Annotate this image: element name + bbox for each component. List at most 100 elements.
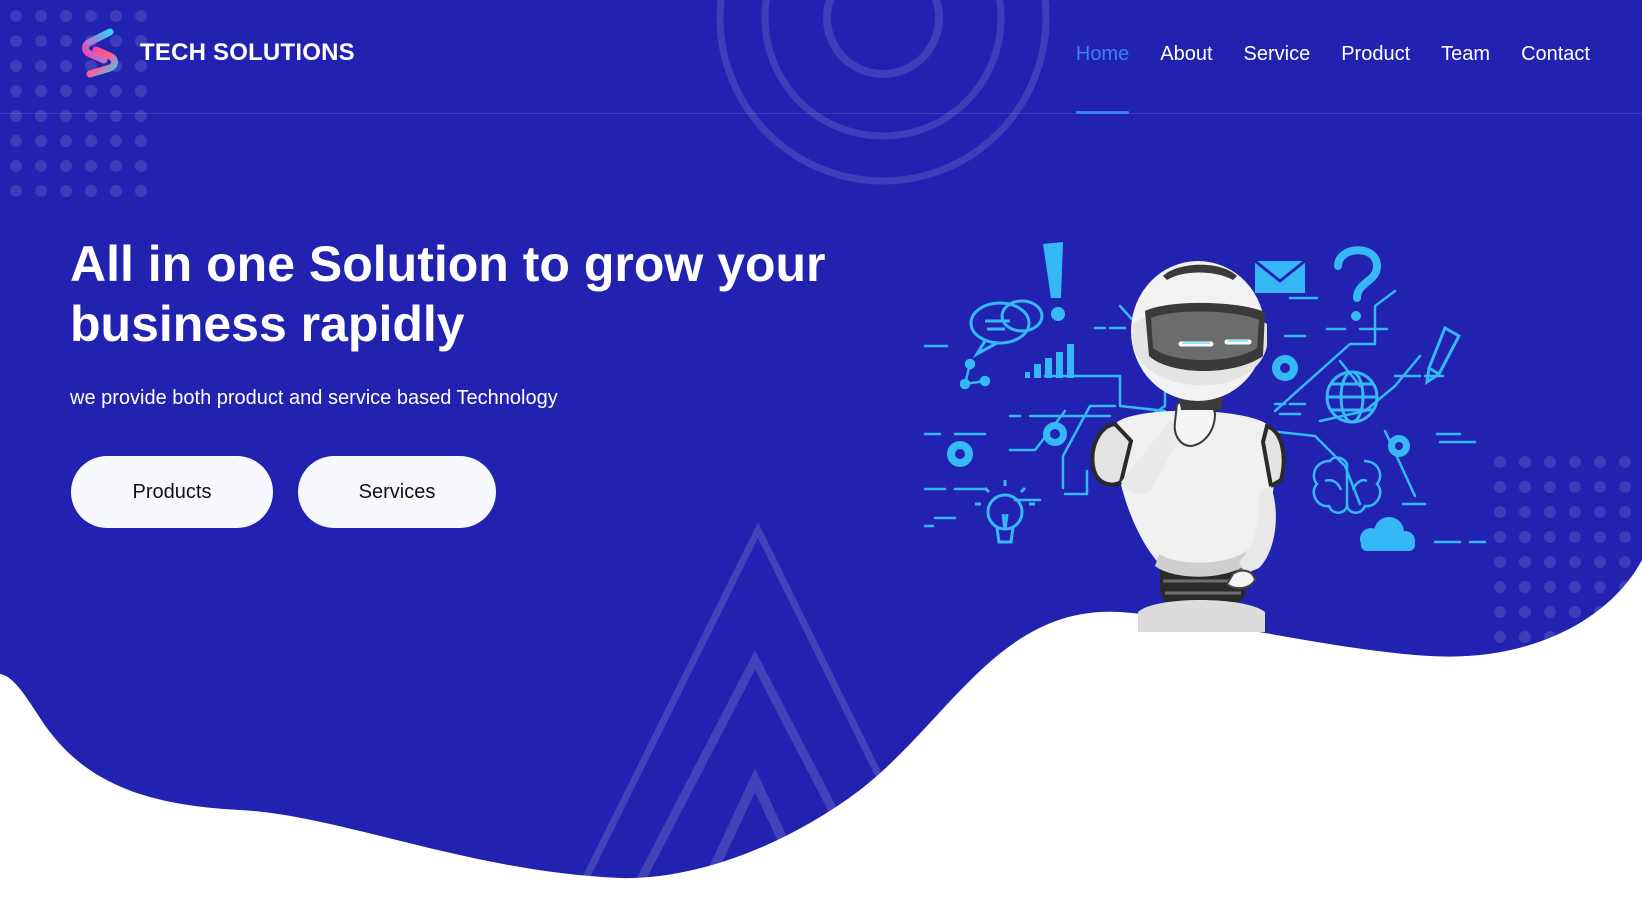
nav-active-indicator bbox=[1075, 111, 1130, 114]
header-divider bbox=[0, 113, 1642, 114]
decor-dot bbox=[85, 85, 97, 97]
decor-dot bbox=[1569, 581, 1581, 593]
services-button[interactable]: Services bbox=[298, 456, 496, 528]
cloud-icon bbox=[1360, 517, 1415, 551]
decor-dot bbox=[110, 10, 122, 22]
decor-dot bbox=[1594, 506, 1606, 518]
products-button[interactable]: Products bbox=[71, 456, 273, 528]
bar-chart-icon bbox=[1025, 344, 1074, 378]
decor-dot bbox=[1594, 531, 1606, 543]
decor-dot bbox=[10, 35, 22, 47]
decor-dot bbox=[85, 160, 97, 172]
decor-dot bbox=[1569, 631, 1581, 643]
hero-headline: All in one Solution to grow your busines… bbox=[70, 234, 870, 354]
decor-dot bbox=[1619, 531, 1631, 543]
decor-dot bbox=[1519, 581, 1531, 593]
s-logo-icon bbox=[82, 28, 118, 78]
decor-dot bbox=[135, 185, 147, 197]
decor-dot bbox=[35, 60, 47, 72]
decor-dot bbox=[10, 85, 22, 97]
decor-dot bbox=[1519, 631, 1531, 643]
decor-dot bbox=[60, 110, 72, 122]
decor-dot bbox=[1569, 506, 1581, 518]
nav-about[interactable]: About bbox=[1160, 42, 1212, 66]
decor-dot bbox=[10, 10, 22, 22]
hero-headline-line-1: All in one Solution to grow your bbox=[70, 236, 826, 292]
decor-dot bbox=[10, 60, 22, 72]
decor-dot bbox=[60, 85, 72, 97]
decor-dot bbox=[60, 35, 72, 47]
decor-dot bbox=[1569, 556, 1581, 568]
decor-dot bbox=[10, 160, 22, 172]
decor-dot bbox=[10, 185, 22, 197]
decor-dot bbox=[85, 185, 97, 197]
decor-dot bbox=[1594, 556, 1606, 568]
network-icon bbox=[959, 358, 991, 390]
decor-dot bbox=[1519, 481, 1531, 493]
decor-dot bbox=[1594, 606, 1606, 618]
decor-dot bbox=[1544, 556, 1556, 568]
exclamation-icon bbox=[1043, 242, 1065, 321]
decor-dot bbox=[110, 160, 122, 172]
decor-dot bbox=[1619, 606, 1631, 618]
nav-home-label: Home bbox=[1075, 43, 1130, 65]
decor-dot bbox=[135, 135, 147, 147]
nav-team[interactable]: Team bbox=[1441, 42, 1490, 66]
decor-dot bbox=[85, 135, 97, 147]
decor-dot bbox=[1544, 631, 1556, 643]
pencil-icon bbox=[1425, 325, 1462, 386]
decor-dot bbox=[60, 60, 72, 72]
nav-contact[interactable]: Contact bbox=[1521, 42, 1590, 66]
decor-dot bbox=[1569, 606, 1581, 618]
decor-dot bbox=[10, 110, 22, 122]
decor-dot bbox=[135, 110, 147, 122]
decor-dot bbox=[60, 135, 72, 147]
main-nav: Home About Service Product Team Contact bbox=[1045, 42, 1590, 114]
decor-dot bbox=[1544, 456, 1556, 468]
decor-dot bbox=[60, 160, 72, 172]
nav-service[interactable]: Service bbox=[1244, 42, 1311, 66]
decor-dot bbox=[1544, 531, 1556, 543]
decor-dot bbox=[1594, 631, 1606, 643]
decor-dot bbox=[1619, 581, 1631, 593]
decor-dot bbox=[1544, 606, 1556, 618]
decor-dot bbox=[1544, 581, 1556, 593]
decor-dot bbox=[1519, 531, 1531, 543]
mail-icon bbox=[1254, 259, 1306, 293]
decor-dot bbox=[85, 10, 97, 22]
decor-dot bbox=[1619, 506, 1631, 518]
landing-page: TECH SOLUTIONS Home About Service Produc… bbox=[0, 0, 1642, 920]
decor-dot bbox=[35, 110, 47, 122]
decor-dot bbox=[1519, 506, 1531, 518]
decor-dot bbox=[110, 110, 122, 122]
decor-dot bbox=[1519, 606, 1531, 618]
decor-dot bbox=[10, 135, 22, 147]
decor-dot bbox=[35, 85, 47, 97]
decor-dot bbox=[1594, 481, 1606, 493]
decor-dot bbox=[1619, 456, 1631, 468]
decor-dot bbox=[1544, 481, 1556, 493]
decor-dot bbox=[135, 10, 147, 22]
robot-illustration bbox=[923, 242, 1487, 632]
hero-subtext: we provide both product and service base… bbox=[70, 387, 558, 409]
decor-dot bbox=[85, 110, 97, 122]
decor-dot bbox=[35, 185, 47, 197]
chat-icon bbox=[969, 299, 1044, 359]
decor-dot bbox=[1519, 556, 1531, 568]
decor-dot bbox=[1569, 456, 1581, 468]
decor-dot bbox=[1619, 556, 1631, 568]
decor-dot bbox=[1619, 481, 1631, 493]
decor-dot bbox=[35, 160, 47, 172]
decor-dot bbox=[1619, 631, 1631, 643]
question-icon bbox=[1334, 246, 1382, 321]
brand[interactable]: TECH SOLUTIONS bbox=[76, 28, 355, 78]
nav-product[interactable]: Product bbox=[1341, 42, 1410, 66]
decor-dot bbox=[1544, 506, 1556, 518]
decor-dot bbox=[110, 85, 122, 97]
decor-dot bbox=[35, 35, 47, 47]
decor-dot bbox=[1494, 631, 1506, 643]
nav-home[interactable]: Home bbox=[1075, 42, 1130, 114]
hero-headline-line-2: business rapidly bbox=[70, 296, 465, 352]
decor-dot bbox=[60, 185, 72, 197]
decor-dot bbox=[1569, 481, 1581, 493]
